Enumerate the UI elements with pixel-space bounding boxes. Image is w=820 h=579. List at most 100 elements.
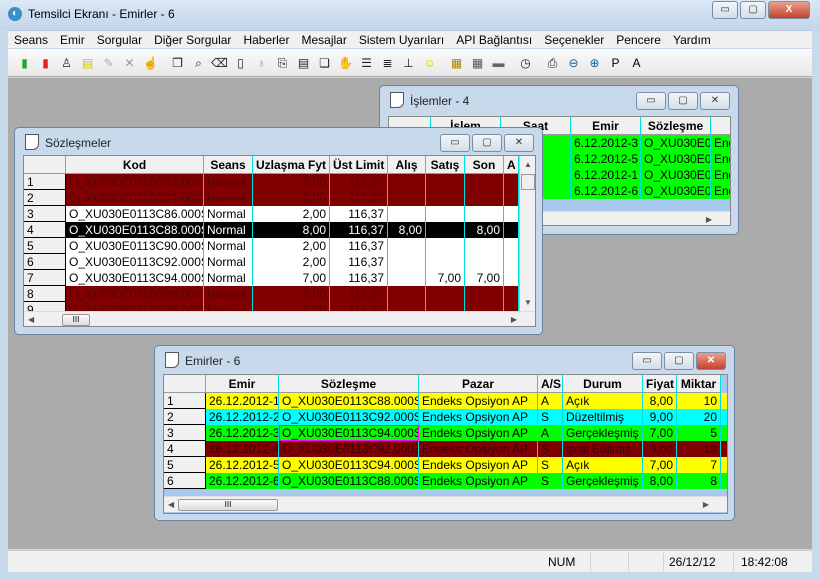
table-cell[interactable]: O_XU030E0113C84.000S0: [66, 190, 204, 206]
hand-icon[interactable]: ✋: [337, 54, 354, 72]
column-header[interactable]: Sözleşme: [641, 117, 711, 135]
table-cell[interactable]: [465, 286, 504, 302]
book-icon[interactable]: ▯: [232, 54, 249, 72]
menu-item[interactable]: Sistem Uyarıları: [353, 33, 450, 47]
table-cell[interactable]: 6.12.2012-3: [571, 135, 641, 151]
row-header[interactable]: 3: [164, 425, 206, 441]
menu-item[interactable]: Haberler: [237, 33, 295, 47]
vertical-scrollbar[interactable]: ▲ ▼: [520, 156, 535, 311]
table-cell[interactable]: A: [538, 425, 563, 441]
row-header[interactable]: 3: [24, 206, 66, 222]
table-cell[interactable]: 7,00: [465, 270, 504, 286]
row-header[interactable]: 5: [24, 238, 66, 254]
table-cell[interactable]: 116,37: [330, 222, 388, 238]
minimize-button[interactable]: ▭: [636, 92, 666, 110]
column-header[interactable]: A/S: [538, 375, 563, 393]
table-cell[interactable]: [504, 286, 519, 302]
table-cell[interactable]: 8: [677, 473, 721, 489]
table-cell[interactable]: [504, 254, 519, 270]
table-cell[interactable]: [426, 286, 465, 302]
column-header[interactable]: A: [504, 156, 519, 174]
list-icon[interactable]: ☰: [358, 54, 375, 72]
table-cell[interactable]: [426, 238, 465, 254]
table-cell[interactable]: Normal: [204, 190, 253, 206]
p-icon[interactable]: P: [607, 54, 624, 72]
table-cell[interactable]: S: [538, 473, 563, 489]
table-cell[interactable]: Normal: [204, 222, 253, 238]
table-cell[interactable]: 116,37: [330, 174, 388, 190]
table-cell[interactable]: [465, 254, 504, 270]
maximize-button[interactable]: ▢: [472, 134, 502, 152]
printer-icon[interactable]: ⎙: [544, 54, 561, 72]
table-cell[interactable]: [465, 206, 504, 222]
zoom-in-icon[interactable]: ⊕: [586, 54, 603, 72]
scroll-right-icon[interactable]: ▶: [703, 500, 709, 509]
sozlesmeler-grid[interactable]: Kod Seans Uzlaşma Fyt Üst Limit Alış Satış Son…: [23, 155, 536, 327]
table-cell[interactable]: 26.12.2012-6: [206, 473, 279, 489]
table-cell[interactable]: Düzeltilmiş: [563, 409, 643, 425]
table-cell[interactable]: O_XU030E0113C94.000S0: [279, 457, 419, 473]
comment-icon[interactable]: ⌕: [190, 54, 207, 72]
table-cell[interactable]: O_XU030E01: [641, 183, 711, 199]
scroll-thumb[interactable]: III: [178, 499, 278, 511]
table-cell[interactable]: İptal Edilmiş: [563, 441, 643, 457]
table-cell[interactable]: 2,00: [253, 254, 330, 270]
table-cell[interactable]: [426, 254, 465, 270]
column-header[interactable]: Emir: [206, 375, 279, 393]
hand-point-icon[interactable]: ☝: [142, 54, 159, 72]
table-cell[interactable]: 2,00: [253, 174, 330, 190]
money-icon[interactable]: ▤: [79, 54, 96, 72]
table-cell[interactable]: [426, 206, 465, 222]
table-cell[interactable]: Açık: [563, 457, 643, 473]
table-cell[interactable]: S: [538, 441, 563, 457]
horizontal-scrollbar[interactable]: ◀ III ▶: [164, 496, 727, 512]
table-cell[interactable]: O_XU030E0113C86.000S0: [66, 206, 204, 222]
column-header[interactable]: Pazar: [419, 375, 538, 393]
table-cell[interactable]: 7,00: [643, 457, 677, 473]
column-header[interactable]: Kod: [66, 156, 204, 174]
table-cell[interactable]: O_XU030E0113C82.000S0: [66, 174, 204, 190]
close-button[interactable]: ✕: [700, 92, 730, 110]
table-cell[interactable]: O_XU030E0113C94.000S0: [279, 425, 419, 441]
menu-item[interactable]: Seçenekler: [538, 33, 610, 47]
table-cell[interactable]: Açık: [563, 393, 643, 409]
table-cell[interactable]: O_XU030E01: [641, 135, 711, 151]
eraser-icon[interactable]: ⌫: [211, 54, 228, 72]
close-button[interactable]: ✕: [696, 352, 726, 370]
folder-icon[interactable]: ▬: [490, 54, 507, 72]
table-cell[interactable]: O_XU030E0113C94.000S0: [66, 270, 204, 286]
chart-icon[interactable]: ⊥: [400, 54, 417, 72]
scroll-down-icon[interactable]: ▼: [524, 298, 532, 307]
table-cell[interactable]: [721, 393, 727, 409]
table-cell[interactable]: [388, 174, 426, 190]
minimize-button[interactable]: ▭: [632, 352, 662, 370]
table-cell[interactable]: O_XU030E0113C88.000S0: [66, 222, 204, 238]
table-cell[interactable]: Gerçekleşmiş: [563, 425, 643, 441]
table-cell[interactable]: [721, 425, 727, 441]
table-cell[interactable]: O_XU030E0113C90.000S0: [66, 238, 204, 254]
row-header[interactable]: 7: [24, 270, 66, 286]
table-cell[interactable]: 2,00: [253, 286, 330, 302]
table-cell[interactable]: 7,00: [643, 425, 677, 441]
bottle-icon[interactable]: ♁: [253, 54, 270, 72]
column-header[interactable]: [24, 156, 66, 174]
table-cell[interactable]: 8,00: [643, 393, 677, 409]
folder-chart-icon[interactable]: ▦: [448, 54, 465, 72]
row-header[interactable]: 2: [164, 409, 206, 425]
zoom-out-icon[interactable]: ⊖: [565, 54, 582, 72]
table-cell[interactable]: 2,00: [253, 190, 330, 206]
table-cell[interactable]: 10: [677, 393, 721, 409]
menu-item[interactable]: API Bağlantısı: [450, 33, 538, 47]
emirler-grid[interactable]: Emir Sözleşme Pazar A/S Durum Fiyat Miktar 1 26.…: [163, 374, 728, 514]
table-cell[interactable]: A: [538, 393, 563, 409]
table-cell[interactable]: O_XU030E0113C88.000S0: [279, 473, 419, 489]
maximize-button[interactable]: ▢: [740, 1, 766, 19]
table-cell[interactable]: End: [711, 167, 730, 183]
table-cell[interactable]: 20: [677, 409, 721, 425]
column-header[interactable]: [711, 117, 730, 135]
table-cell[interactable]: 26.12.2012-4: [206, 441, 279, 457]
table-cell[interactable]: O_XU030E0113C92.000S0: [279, 409, 419, 425]
table-cell[interactable]: End: [711, 151, 730, 167]
table-cell[interactable]: 116,37: [330, 238, 388, 254]
table-cell[interactable]: Normal: [204, 174, 253, 190]
